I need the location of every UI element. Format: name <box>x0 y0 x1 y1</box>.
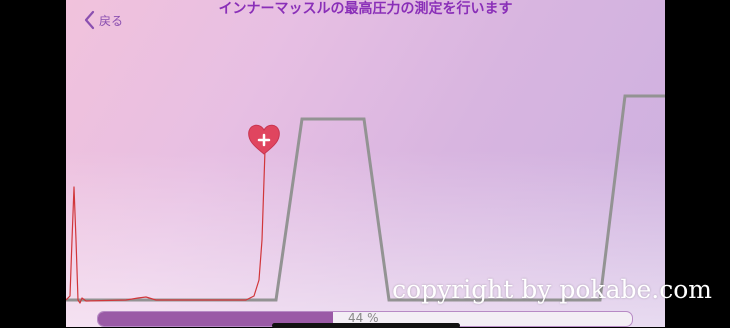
watermark: copyright by pokabe.com <box>392 275 712 304</box>
target-pressure-line <box>66 94 665 302</box>
home-indicator[interactable] <box>272 323 460 328</box>
measured-pressure-line <box>66 149 266 304</box>
page-title: インナーマッスルの最高圧力の測定を行います <box>218 1 513 17</box>
heart-plus-icon <box>248 124 280 155</box>
